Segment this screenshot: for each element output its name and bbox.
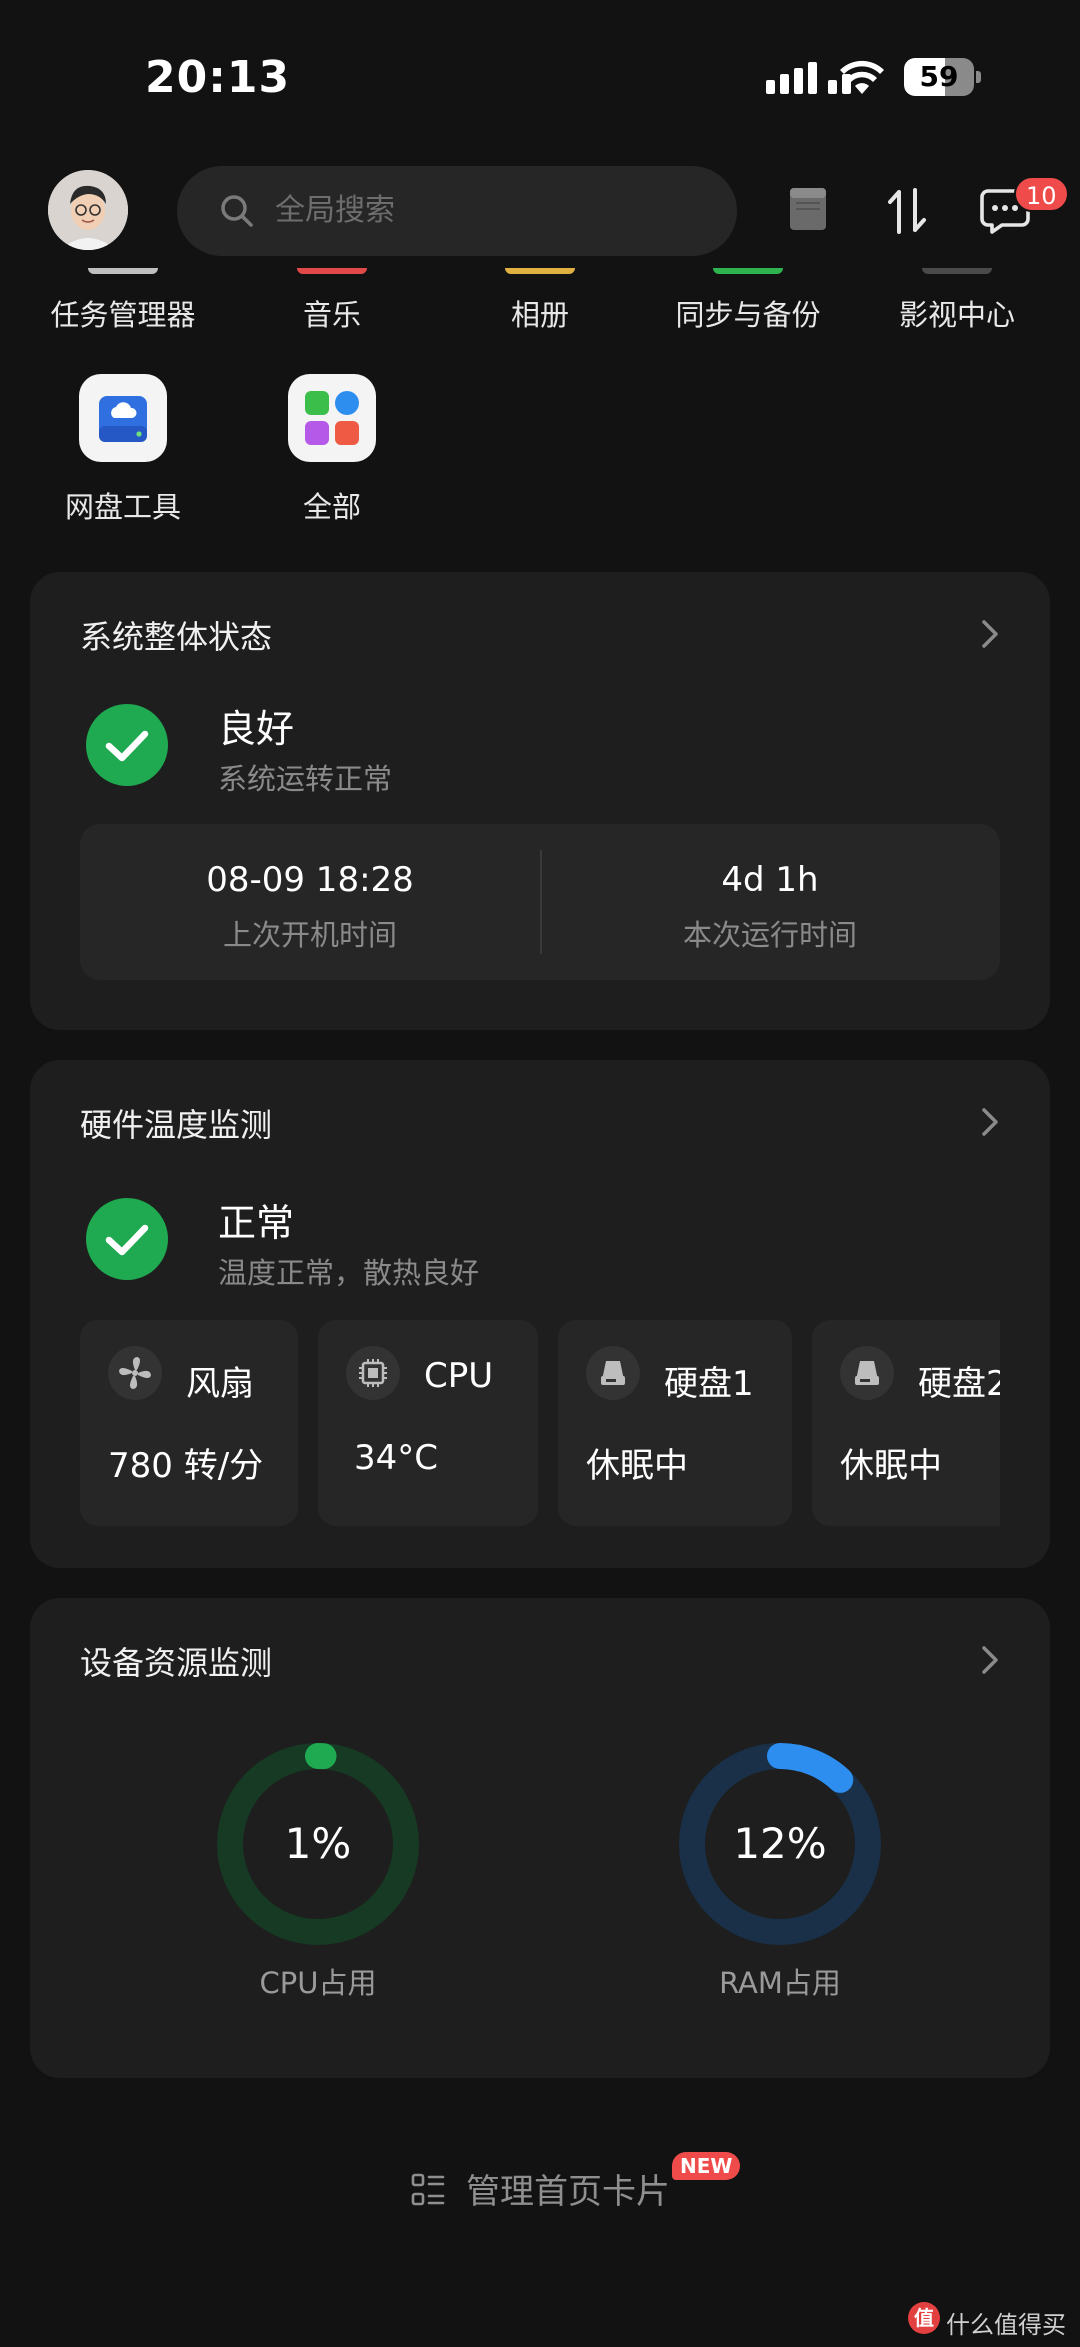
status-bar: 20:13 59: [0, 0, 1080, 150]
app-icon-sync-backup[interactable]: [713, 268, 783, 274]
wifi-icon: [840, 60, 884, 94]
disk-icon: [840, 1346, 894, 1400]
app-label-photos[interactable]: 相册: [440, 292, 640, 334]
card-list-icon: [411, 2173, 445, 2206]
search-bar[interactable]: 全局搜索: [177, 166, 737, 256]
cpu-usage-value: 1%: [284, 1819, 352, 1868]
sensor-name: 硬盘2: [918, 1364, 1000, 1404]
avatar-image: [48, 170, 128, 250]
sensor-name: 硬盘1: [664, 1364, 754, 1404]
last-boot-value: 08-09 18:28: [206, 860, 414, 900]
manage-home-cards-label: 管理首页卡片: [466, 2172, 670, 2212]
status-description: 温度正常，散热良好: [218, 1256, 480, 1290]
chevron-right-icon[interactable]: [980, 1106, 1000, 1138]
manage-home-cards-button[interactable]: 管理首页卡片 NEW: [0, 2152, 1080, 2220]
cpu-usage-gauge: 1%: [208, 1734, 428, 1954]
avatar[interactable]: [48, 170, 128, 250]
card-title: 设备资源监测: [80, 1644, 273, 1682]
sensor-value: 780 转/分: [108, 1446, 264, 1486]
app-label-music[interactable]: 音乐: [232, 292, 432, 334]
card-title: 系统整体状态: [80, 618, 273, 656]
status-text: 正常: [218, 1201, 295, 1245]
ram-usage-value: 12%: [733, 1819, 827, 1868]
search-placeholder: 全局搜索: [275, 193, 395, 228]
ram-usage-gauge: 12%: [670, 1734, 890, 1954]
all-apps-icon: [305, 391, 359, 445]
chevron-right-icon[interactable]: [980, 1644, 1000, 1676]
transfer-icon[interactable]: [886, 188, 928, 234]
app-icon-media-center[interactable]: [922, 268, 992, 274]
last-boot-label: 上次开机时间: [222, 918, 397, 952]
hardware-temperature-card[interactable]: 硬件温度监测 正常 温度正常，散热良好 风扇 780 转/分 CPU 34°C …: [30, 1060, 1050, 1568]
sensor-value: 休眠中: [586, 1446, 688, 1486]
disk-icon: [586, 1346, 640, 1400]
fan-icon: [108, 1346, 162, 1400]
status-text: 良好: [218, 707, 295, 751]
sensor-tile-disk2[interactable]: 硬盘2 休眠中: [812, 1320, 1000, 1526]
chevron-right-icon[interactable]: [980, 618, 1000, 650]
ram-usage-label: RAM占用: [719, 1966, 841, 2000]
resource-monitor-card[interactable]: 设备资源监测 1% CPU占用 12% RAM占用: [30, 1598, 1050, 2078]
battery-indicator: 59: [904, 58, 981, 96]
new-badge: NEW: [672, 2152, 741, 2180]
system-status-card[interactable]: 系统整体状态 良好 系统运转正常 08-09 18:28 上次开机时间 4d 1…: [30, 572, 1050, 1030]
sensor-tile-disk1[interactable]: 硬盘1 休眠中: [558, 1320, 792, 1526]
status-description: 系统运转正常: [218, 762, 393, 796]
sensor-value: 休眠中: [840, 1446, 942, 1486]
sensor-tile-cpu[interactable]: CPU 34°C: [318, 1320, 538, 1526]
uptime-panel: 08-09 18:28 上次开机时间 4d 1h 本次运行时间: [80, 824, 1000, 980]
app-label-all-apps[interactable]: 全部: [232, 484, 432, 526]
uptime-label: 本次运行时间: [682, 918, 857, 952]
watermark: 什么值得买: [946, 2311, 1066, 2339]
sensor-tile-fan[interactable]: 风扇 780 转/分: [80, 1320, 298, 1526]
watermark-logo: 值: [908, 2302, 940, 2334]
status-time: 20:13: [145, 52, 291, 103]
sensor-name: CPU: [424, 1356, 494, 1396]
app-label-cloud-drive-tools[interactable]: 网盘工具: [23, 484, 223, 526]
sensor-name: 风扇: [186, 1364, 254, 1404]
sensor-value: 34°C: [354, 1438, 439, 1478]
chip-icon: [346, 1346, 400, 1400]
battery-level: 59: [919, 60, 959, 93]
check-circle-icon: [86, 1198, 168, 1280]
app-label-task-manager[interactable]: 任务管理器: [23, 292, 223, 334]
cloud-drive-icon: [99, 396, 147, 442]
search-icon: [221, 195, 253, 227]
nas-device-icon[interactable]: [788, 186, 828, 232]
app-icon-task-manager[interactable]: [88, 268, 158, 274]
app-icon-photos[interactable]: [505, 268, 575, 274]
app-all-apps[interactable]: [288, 374, 376, 462]
app-cloud-drive-tools[interactable]: [79, 374, 167, 462]
cpu-usage-label: CPU占用: [259, 1966, 377, 2000]
check-circle-icon: [86, 704, 168, 786]
uptime-value: 4d 1h: [721, 860, 819, 900]
app-label-sync-backup[interactable]: 同步与备份: [648, 292, 848, 334]
app-label-media-center[interactable]: 影视中心: [857, 292, 1057, 334]
hardware-sensor-list[interactable]: 风扇 780 转/分 CPU 34°C 硬盘1 休眠中 硬盘2 休眠中: [80, 1320, 1000, 1526]
card-title: 硬件温度监测: [80, 1106, 273, 1144]
message-badge: 10: [1014, 176, 1069, 212]
app-icon-music[interactable]: [297, 268, 367, 274]
